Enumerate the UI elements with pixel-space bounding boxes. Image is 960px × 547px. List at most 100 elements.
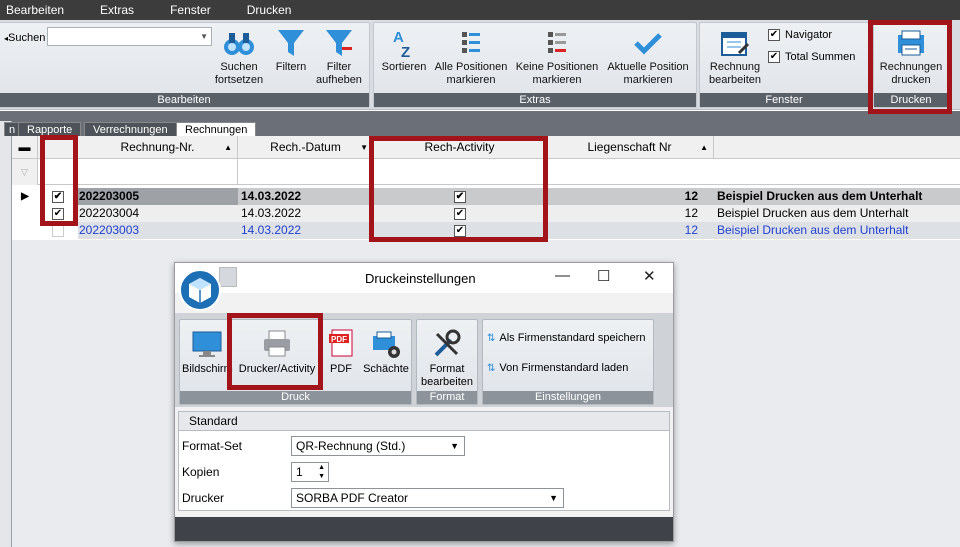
checklist-none-icon <box>548 32 566 53</box>
monitor-icon <box>192 331 222 357</box>
ribbon-divider <box>0 111 960 121</box>
svg-text:PDF: PDF <box>331 335 347 344</box>
binoculars-icon <box>224 33 254 55</box>
save-standard-icon: ⇅ <box>487 332 496 344</box>
sort-az-icon: AZ <box>393 29 410 59</box>
chevron-down-icon: ▼ <box>549 493 558 503</box>
close-icon[interactable]: ✕ <box>643 267 656 285</box>
highlight-select-column <box>40 135 78 226</box>
drucker-label: Drucker <box>182 491 225 505</box>
row-indicator <box>12 222 38 239</box>
filter-cell-nr[interactable] <box>78 159 238 185</box>
checklist-all-icon <box>462 32 480 53</box>
dialog-group-label-format: Format <box>417 391 477 404</box>
stepper-arrows-icon[interactable]: ▲ ▼ <box>318 463 325 481</box>
format-set-select[interactable]: QR-Rechnung (Std.) ▼ <box>291 436 465 456</box>
menu-fenster[interactable]: Fenster <box>164 3 211 17</box>
keine-positionen-button[interactable]: Keine Positionen markieren <box>512 27 602 87</box>
header-liegenschaft-nr[interactable]: Liegenschaft Nr ▲ <box>546 136 714 159</box>
highlight-rechnungen-drucken <box>868 20 952 114</box>
menubar: Bearbeiten Extras Fenster Drucken <box>0 0 960 20</box>
kopien-label: Kopien <box>182 465 220 479</box>
svg-text:Z: Z <box>401 44 410 59</box>
sort-asc-icon: ▲ <box>224 143 232 152</box>
cell-liegenschaft: 12 <box>684 189 698 203</box>
calendar-edit-icon <box>721 32 750 56</box>
tab-verrechnungen[interactable]: Verrechnungen <box>84 122 177 136</box>
als-firmenstandard-button[interactable]: ⇅ Als Firmenstandard speichern <box>487 332 646 344</box>
filter-icon <box>278 30 304 56</box>
dialog-footer <box>175 517 673 541</box>
pdf-button[interactable]: PDF PDF <box>324 328 358 376</box>
dialog-titlebar: Druckeinstellungen — ☐ ✕ <box>175 263 673 293</box>
cell-liegenschaft: 12 <box>684 223 698 237</box>
group-bearbeiten: ◂Suchen ▼ Suchen fortsetzen Filtern Filte… <box>0 22 370 108</box>
maximize-icon[interactable]: ☐ <box>597 267 610 285</box>
group-label-fenster: Fenster <box>700 93 868 107</box>
dialog-group-label-einstellungen: Einstellungen <box>483 391 653 404</box>
cell-rech-datum: 14.03.2022 <box>241 189 302 203</box>
group-label-bearbeiten: Bearbeiten <box>0 93 369 107</box>
tab-rapporte[interactable]: Rapporte <box>18 122 82 136</box>
total-summen-check-icon[interactable]: ✔ <box>768 51 780 63</box>
header-rechnung-nr[interactable]: Rechnung-Nr. ▲ <box>78 136 238 159</box>
kopien-stepper[interactable]: 1 ▲ ▼ <box>291 462 329 482</box>
load-standard-icon: ⇅ <box>487 362 496 374</box>
menu-bearbeiten[interactable]: Bearbeiten <box>0 3 64 17</box>
navigator-check-icon[interactable]: ✔ <box>768 29 780 41</box>
format-bearbeiten-button[interactable]: Format bearbeiten <box>419 328 475 389</box>
cell-rechnung-nr: 202203005 <box>78 188 238 205</box>
group-extras: AZ Sortieren Alle Positionen markieren Ke… <box>373 22 697 108</box>
alle-positionen-button[interactable]: Alle Positionen markieren <box>430 27 512 87</box>
minimize-icon[interactable]: — <box>555 267 570 284</box>
sortieren-button[interactable]: AZ Sortieren <box>378 27 430 74</box>
format-set-label: Format-Set <box>182 439 243 453</box>
menu-drucken[interactable]: Drucken <box>241 3 292 17</box>
highlight-drucker-activity <box>227 313 323 390</box>
search-input[interactable]: ▼ <box>47 27 212 46</box>
navigator-checkbox[interactable]: ✔ Navigator <box>768 29 832 41</box>
tools-icon <box>434 329 461 357</box>
sort-desc-icon: ▼ <box>360 143 368 152</box>
filtern-button[interactable]: Filtern <box>269 27 313 74</box>
row-indicator <box>12 205 38 222</box>
aktuelle-position-button[interactable]: Aktuelle Position markieren <box>602 27 694 87</box>
current-row-arrow-icon: ▶ <box>12 188 38 205</box>
suchen-fortsetzen-button[interactable]: Suchen fortsetzen <box>211 27 267 87</box>
cell-text: Beispiel Drucken aus dem Unterhalt <box>717 189 923 203</box>
group-fenster: Rechnung bearbeiten ✔ Navigator ✔ Total Sum… <box>699 22 869 108</box>
filter-icon: ▽ <box>12 159 38 185</box>
total-summen-checkbox[interactable]: ✔ Total Summen <box>768 51 855 63</box>
app-logo-icon <box>179 269 221 311</box>
printer-settings-icon <box>373 331 400 358</box>
section-standard: Standard <box>178 411 670 431</box>
header-rech-datum[interactable]: Rech.-Datum ▼ <box>238 136 374 159</box>
tab-bar: n Rapporte Verrechnungen Rechnungen <box>4 121 960 136</box>
grid-header-indicator[interactable]: ▬ <box>12 136 38 159</box>
cell-rechnung-nr: 202203003 <box>79 223 140 237</box>
app-tab-stub <box>219 267 237 287</box>
checkmark-icon <box>634 33 662 55</box>
bildschirm-button[interactable]: Bildschirm <box>182 328 233 376</box>
search-label: ◂Suchen <box>4 32 46 44</box>
print-settings-form: Format-Set QR-Rechnung (Std.) ▼ Kopien 1 ▲… <box>178 431 670 511</box>
dialog-group-einstellungen: ⇅ Als Firmenstandard speichern ⇅ Von Firme… <box>482 319 654 405</box>
dialog-group-label-druck: Druck <box>180 391 411 404</box>
tab-rechnungen[interactable]: Rechnungen <box>176 122 257 136</box>
pdf-icon: PDF <box>329 329 353 357</box>
chevron-down-icon: ▼ <box>450 441 459 451</box>
left-panel <box>0 121 12 547</box>
menu-extras[interactable]: Extras <box>94 3 134 17</box>
schaechte-button[interactable]: Schächte <box>362 328 410 376</box>
filter-aufheben-button[interactable]: Filter aufheben <box>315 27 363 87</box>
dialog-title: Druckeinstellungen <box>365 271 476 286</box>
von-firmenstandard-button[interactable]: ⇅ Von Firmenstandard laden <box>487 362 628 374</box>
chevron-down-icon[interactable]: ▼ <box>200 32 208 41</box>
drucker-select[interactable]: SORBA PDF Creator ▼ <box>291 488 564 508</box>
filter-clear-icon <box>326 30 352 56</box>
group-label-extras: Extras <box>374 93 696 107</box>
ribbon: ◂Suchen ▼ Suchen fortsetzen Filtern Filte… <box>0 20 960 110</box>
header-blank <box>714 136 960 159</box>
filter-cell-datum[interactable] <box>238 159 374 185</box>
rechnung-bearbeiten-button[interactable]: Rechnung bearbeiten <box>702 27 768 87</box>
